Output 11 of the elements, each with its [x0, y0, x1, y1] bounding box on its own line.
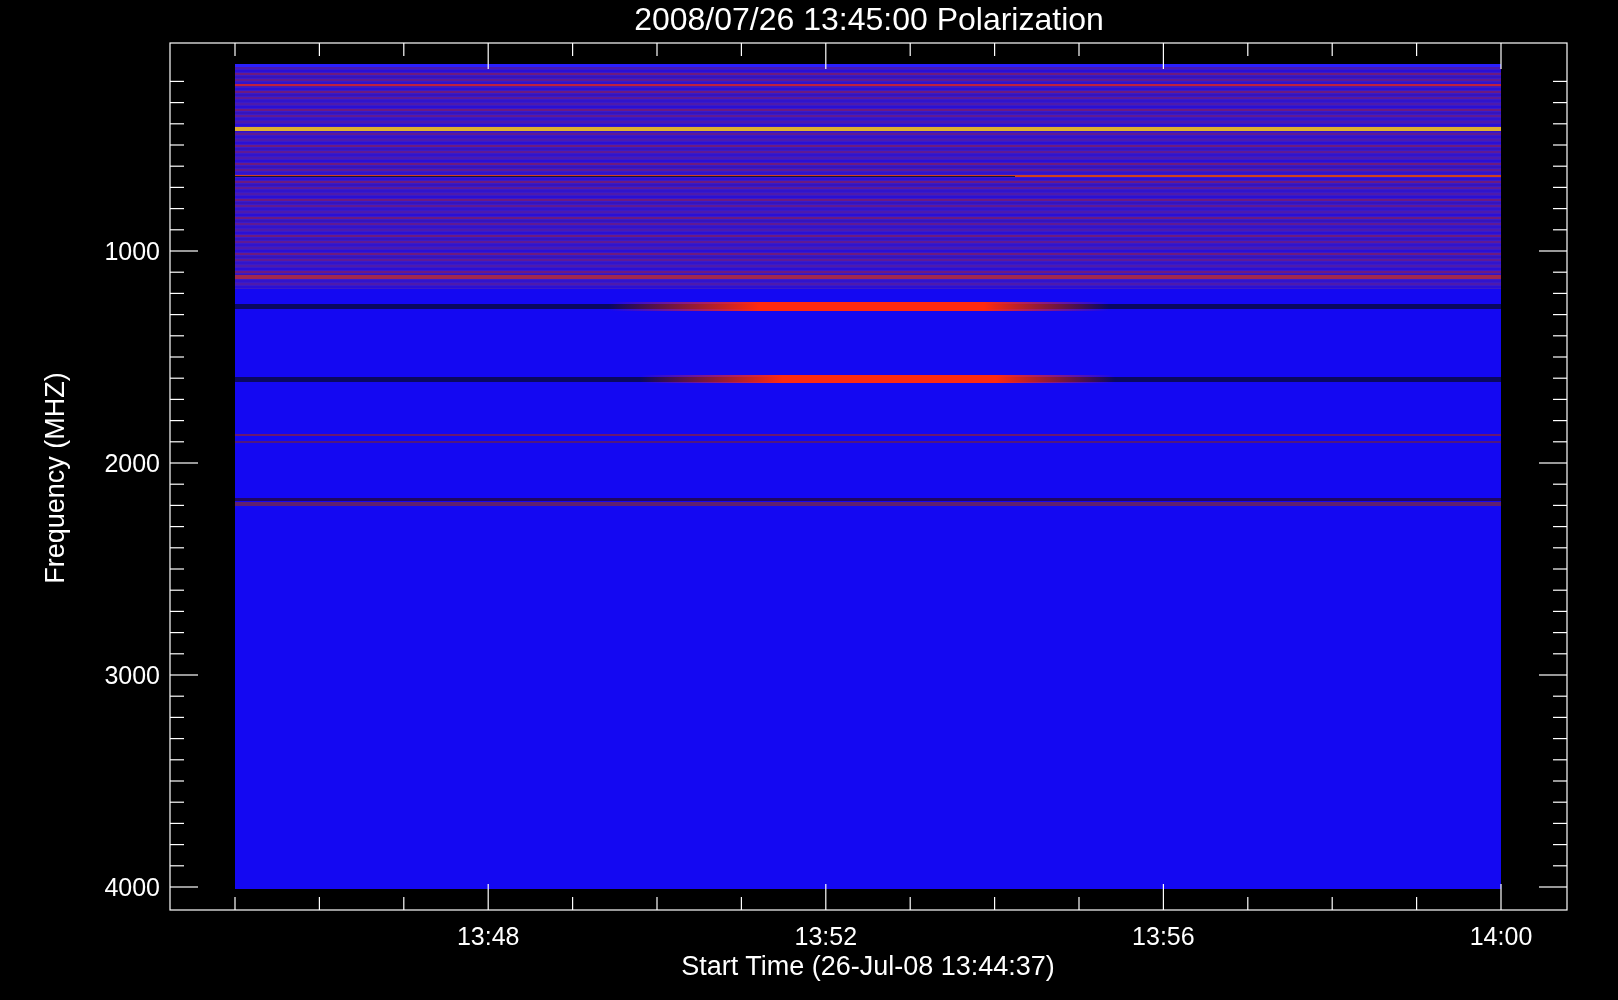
axis-title: Start Time (26-Jul-08 13:44:37): [681, 951, 1055, 981]
axis-title: Frequency (MHZ): [40, 372, 70, 584]
axis-tick-label: 13:56: [1132, 922, 1195, 950]
axis-tick-label: 3000: [104, 661, 160, 689]
axis-tick-label: 13:48: [456, 922, 520, 950]
axis-tick-label: 4000: [104, 873, 160, 901]
chart-title: 2008/07/26 13:45:00 Polarization: [634, 1, 1104, 37]
axis-tick-label: 1000: [104, 237, 160, 265]
axis-tick-label: 2000: [104, 449, 160, 477]
axis-tick-label: 14:00: [1469, 922, 1533, 950]
axis-tick-label: 13:52: [794, 922, 858, 950]
